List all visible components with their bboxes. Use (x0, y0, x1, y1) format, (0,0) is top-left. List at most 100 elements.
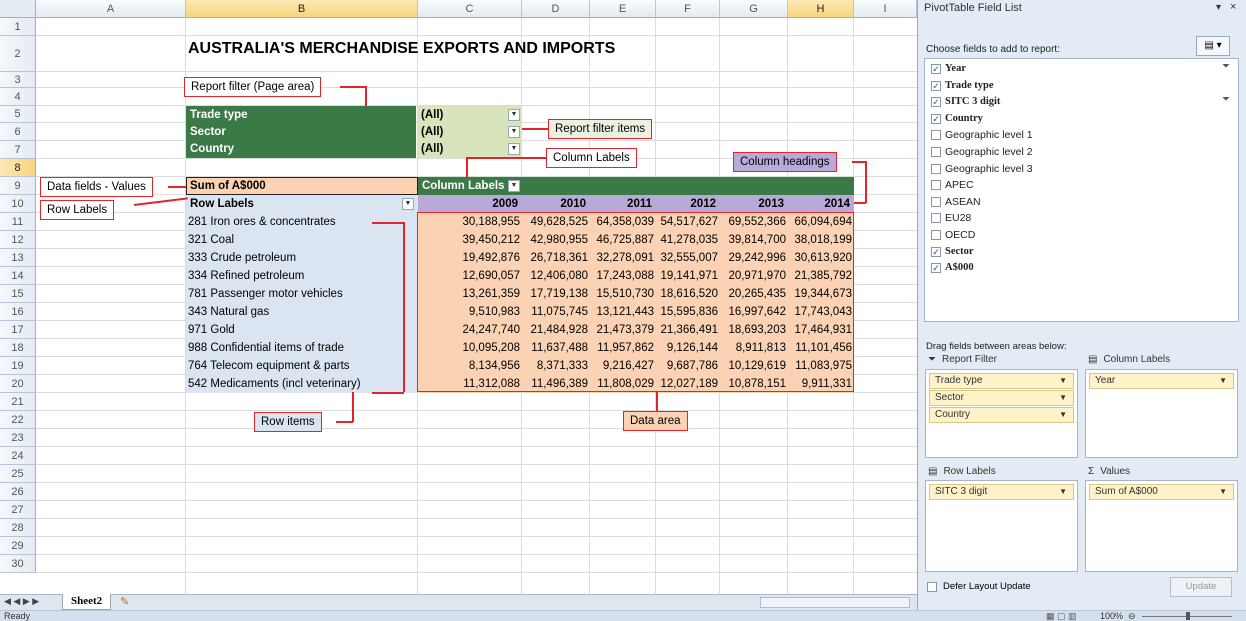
row-header-27[interactable]: 27 (0, 501, 36, 519)
sheet-nav-arrows[interactable]: ◀ ◀ ▶ ▶ (4, 596, 39, 607)
row-header-7[interactable]: 7 (0, 141, 36, 159)
row-header-1[interactable]: 1 (0, 18, 36, 36)
spreadsheet[interactable]: ABCDEFGHI 1 2 3 4 5 6 7 8 9 10 11 12 13 14 15 16 17 18 19 2… (0, 0, 917, 621)
zoom-level[interactable]: 100% (1100, 611, 1123, 621)
field-list[interactable]: ✓ Year ⏷ ✓ Trade type ✓ SITC 3 digit ⏷ ✓ Country G… (924, 58, 1239, 322)
row-header-17[interactable]: 17 (0, 321, 36, 339)
zone-item-dropdown-icon[interactable]: ▼ (1059, 374, 1067, 388)
select-all-corner[interactable] (0, 0, 36, 18)
row-header-2[interactable]: 2 (0, 36, 36, 72)
field-checkbox[interactable] (931, 213, 941, 224)
row-header-25[interactable]: 25 (0, 465, 36, 483)
row-header-23[interactable]: 23 (0, 429, 36, 447)
insert-sheet-icon[interactable]: ✎ (120, 595, 129, 608)
zoom-slider-thumb[interactable] (1186, 612, 1190, 620)
zone-item-dropdown-icon[interactable]: ▼ (1059, 408, 1067, 422)
field-geographic-level-1[interactable]: Geographic level 1 (931, 127, 1033, 143)
row-header-20[interactable]: 20 (0, 375, 36, 393)
column-header-B[interactable]: B (186, 0, 418, 18)
filter-value[interactable]: (All) (421, 123, 443, 141)
row-header-6[interactable]: 6 (0, 123, 36, 141)
zoom-out-icon[interactable]: ⊖ (1128, 611, 1136, 621)
row-header-4[interactable]: 4 (0, 88, 36, 106)
field-sector[interactable]: ✓ Sector (931, 244, 974, 260)
row-header-15[interactable]: 15 (0, 285, 36, 303)
field-checkbox[interactable] (931, 230, 941, 240)
field-trade-type[interactable]: ✓ Trade type (931, 78, 994, 94)
column-header-I[interactable]: I (854, 0, 917, 18)
row-header-30[interactable]: 30 (0, 555, 36, 573)
column-header-H[interactable]: H (788, 0, 854, 18)
field-checkbox[interactable]: ✓ (931, 97, 941, 108)
field-checkbox[interactable] (931, 196, 941, 207)
zone-item[interactable]: SITC 3 digit ▼ (929, 484, 1074, 500)
row-labels-filter-icon[interactable]: ▼ (402, 198, 414, 210)
column-header-D[interactable]: D (522, 0, 590, 18)
row-labels-zone[interactable]: SITC 3 digit ▼ (925, 480, 1078, 572)
row-item-label[interactable]: 764 Telecom equipment & parts (188, 357, 350, 375)
field-checkbox[interactable]: ✓ (931, 80, 941, 91)
zone-item-dropdown-icon[interactable]: ▼ (1059, 391, 1067, 405)
row-item-label[interactable]: 281 Iron ores & concentrates (188, 213, 336, 231)
field-checkbox[interactable]: ✓ (931, 246, 941, 257)
field-checkbox[interactable]: ✓ (931, 263, 941, 274)
filter-value[interactable]: (All) (421, 106, 443, 124)
panel-dropdown-icon[interactable]: ▾ (1216, 2, 1221, 13)
row-header-19[interactable]: 19 (0, 357, 36, 375)
column-labels-filter-icon[interactable]: ▼ (508, 180, 520, 192)
column-header-F[interactable]: F (656, 0, 720, 18)
field-geographic-level-2[interactable]: Geographic level 2 (931, 144, 1033, 160)
zone-item-dropdown-icon[interactable]: ▼ (1219, 374, 1227, 388)
column-header-A[interactable]: A (36, 0, 186, 18)
row-header-21[interactable]: 21 (0, 393, 36, 411)
column-header-C[interactable]: C (418, 0, 522, 18)
field-checkbox[interactable] (931, 180, 941, 191)
field-sitc-3-digit[interactable]: ✓ SITC 3 digit (931, 94, 1000, 110)
field-oecd[interactable]: OECD (931, 227, 975, 243)
row-header-8[interactable]: 8 (0, 159, 36, 177)
report-filter-zone[interactable]: Trade type ▼ Sector ▼ Country ▼ (925, 369, 1078, 458)
row-header-16[interactable]: 16 (0, 303, 36, 321)
zone-item[interactable]: Country ▼ (929, 407, 1074, 423)
update-button[interactable]: Update (1170, 577, 1232, 597)
field-checkbox[interactable] (931, 163, 941, 174)
defer-layout-update[interactable]: Defer Layout Update (927, 581, 1031, 592)
zone-item[interactable]: Year ▼ (1089, 373, 1234, 389)
column-labels-header[interactable]: Column Labels (422, 177, 504, 195)
row-header-9[interactable]: 9 (0, 177, 36, 195)
column-labels-zone[interactable]: Year ▼ (1085, 369, 1238, 458)
row-header-14[interactable]: 14 (0, 267, 36, 285)
sheet-tab-sheet2[interactable]: Sheet2 (62, 594, 112, 610)
row-item-label[interactable]: 971 Gold (188, 321, 235, 339)
row-header-12[interactable]: 12 (0, 231, 36, 249)
field-country[interactable]: ✓ Country (931, 111, 983, 127)
row-header-13[interactable]: 13 (0, 249, 36, 267)
filter-dropdown-icon[interactable]: ▼ (508, 143, 520, 155)
zone-item[interactable]: Sector ▼ (929, 390, 1074, 406)
layout-options-button[interactable]: ▤ ▾ (1196, 36, 1230, 56)
filter-dropdown-icon[interactable]: ▼ (508, 126, 520, 138)
row-header-10[interactable]: 10 (0, 195, 36, 213)
zone-item-dropdown-icon[interactable]: ▼ (1219, 485, 1227, 499)
row-item-label[interactable]: 333 Crude petroleum (188, 249, 296, 267)
row-item-label[interactable]: 988 Confidential items of trade (188, 339, 344, 357)
filter-value[interactable]: (All) (421, 140, 443, 158)
row-header-24[interactable]: 24 (0, 447, 36, 465)
column-header-G[interactable]: G (720, 0, 788, 18)
row-header-22[interactable]: 22 (0, 411, 36, 429)
field-apec[interactable]: APEC (931, 177, 974, 193)
defer-checkbox[interactable] (927, 581, 937, 592)
row-item-label[interactable]: 343 Natural gas (188, 303, 269, 321)
zone-item[interactable]: Sum of A$000 ▼ (1089, 484, 1234, 500)
row-item-label[interactable]: 321 Coal (188, 231, 234, 249)
filter-dropdown-icon[interactable]: ▼ (508, 109, 520, 121)
row-header-11[interactable]: 11 (0, 213, 36, 231)
row-header-28[interactable]: 28 (0, 519, 36, 537)
field-checkbox[interactable]: ✓ (931, 113, 941, 124)
view-buttons[interactable]: ▦ ▢ ▥ (1046, 611, 1077, 621)
horizontal-scrollbar[interactable] (760, 597, 910, 608)
row-header-3[interactable]: 3 (0, 72, 36, 88)
values-zone[interactable]: Sum of A$000 ▼ (1085, 480, 1238, 572)
field-checkbox[interactable]: ✓ (931, 64, 941, 74)
field-year[interactable]: ✓ Year (931, 61, 966, 77)
